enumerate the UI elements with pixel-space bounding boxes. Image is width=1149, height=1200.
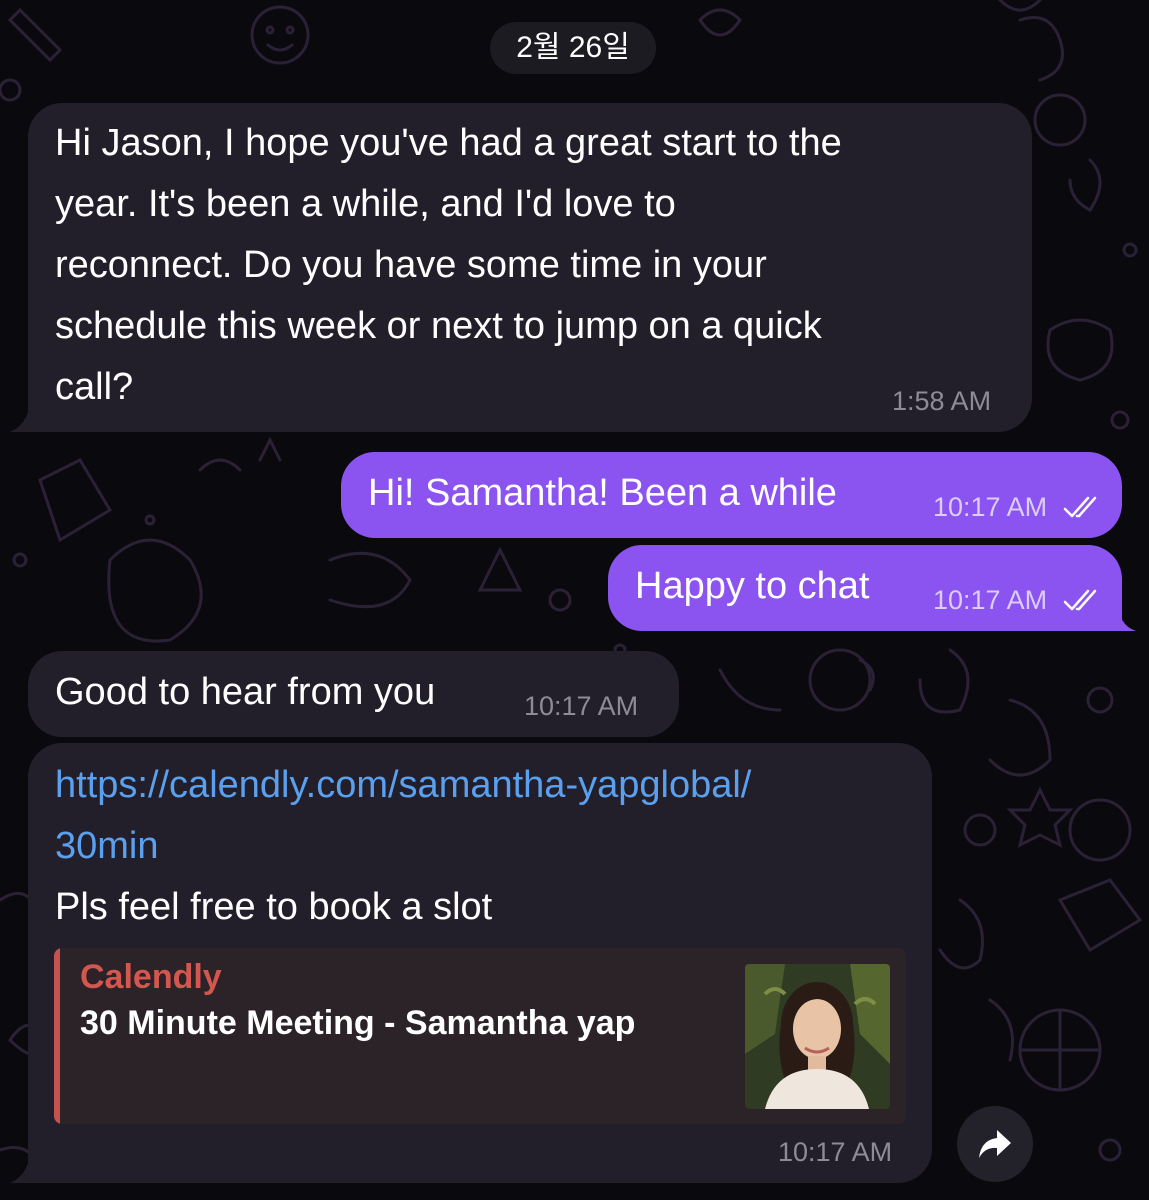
outgoing-message[interactable]: Happy to chat 10:17 AM bbox=[608, 545, 1122, 631]
message-text: Good to hear from you bbox=[55, 671, 436, 713]
message-text: Hi! Samantha! Been a while bbox=[368, 472, 837, 514]
bubble-tail bbox=[1112, 601, 1136, 631]
message-text-line: Hi Jason, I hope you've had a great star… bbox=[55, 122, 842, 164]
share-button[interactable] bbox=[957, 1106, 1033, 1182]
message-text-line: reconnect. Do you have some time in your bbox=[55, 244, 767, 286]
incoming-message[interactable]: Good to hear from you 10:17 AM bbox=[28, 651, 679, 737]
bubble-tail bbox=[10, 402, 40, 432]
message-time: 1:58 AM bbox=[892, 386, 992, 416]
profile-photo-thumbnail bbox=[745, 964, 890, 1109]
message-text-line: year. It's been a while, and I'd love to bbox=[55, 183, 676, 225]
message-time: 10:17 AM bbox=[933, 492, 1048, 522]
message-text: Pls feel free to book a slot bbox=[55, 886, 493, 928]
incoming-message[interactable]: https://calendly.com/samantha-yapglobal/… bbox=[28, 743, 932, 1183]
message-text-line: call? bbox=[55, 366, 134, 408]
read-receipt-icon bbox=[1063, 589, 1097, 611]
share-arrow-icon bbox=[979, 1130, 1011, 1158]
message-text-line: schedule this week or next to jump on a … bbox=[55, 305, 822, 347]
link-preview-accent-bar bbox=[54, 948, 60, 1124]
link-preview-title: 30 Minute Meeting - Samantha yap bbox=[80, 1004, 636, 1042]
date-separator: 2월 26일 bbox=[490, 22, 656, 74]
message-time: 10:17 AM bbox=[933, 585, 1048, 615]
bubble-tail bbox=[10, 1153, 40, 1183]
message-time: 10:17 AM bbox=[778, 1137, 893, 1167]
read-receipt-icon bbox=[1063, 496, 1097, 518]
message-time: 10:17 AM bbox=[524, 691, 639, 721]
outgoing-message[interactable]: Hi! Samantha! Been a while 10:17 AM bbox=[341, 452, 1122, 538]
message-link[interactable]: 30min bbox=[55, 816, 159, 877]
message-link[interactable]: https://calendly.com/samantha-yapglobal/ bbox=[55, 755, 751, 816]
message-text: Happy to chat bbox=[635, 565, 870, 607]
incoming-message[interactable]: Hi Jason, I hope you've had a great star… bbox=[28, 103, 1032, 432]
link-preview-card[interactable]: Calendly 30 Minute Meeting - Samantha ya… bbox=[54, 948, 906, 1124]
link-preview-site-name: Calendly bbox=[80, 958, 222, 996]
